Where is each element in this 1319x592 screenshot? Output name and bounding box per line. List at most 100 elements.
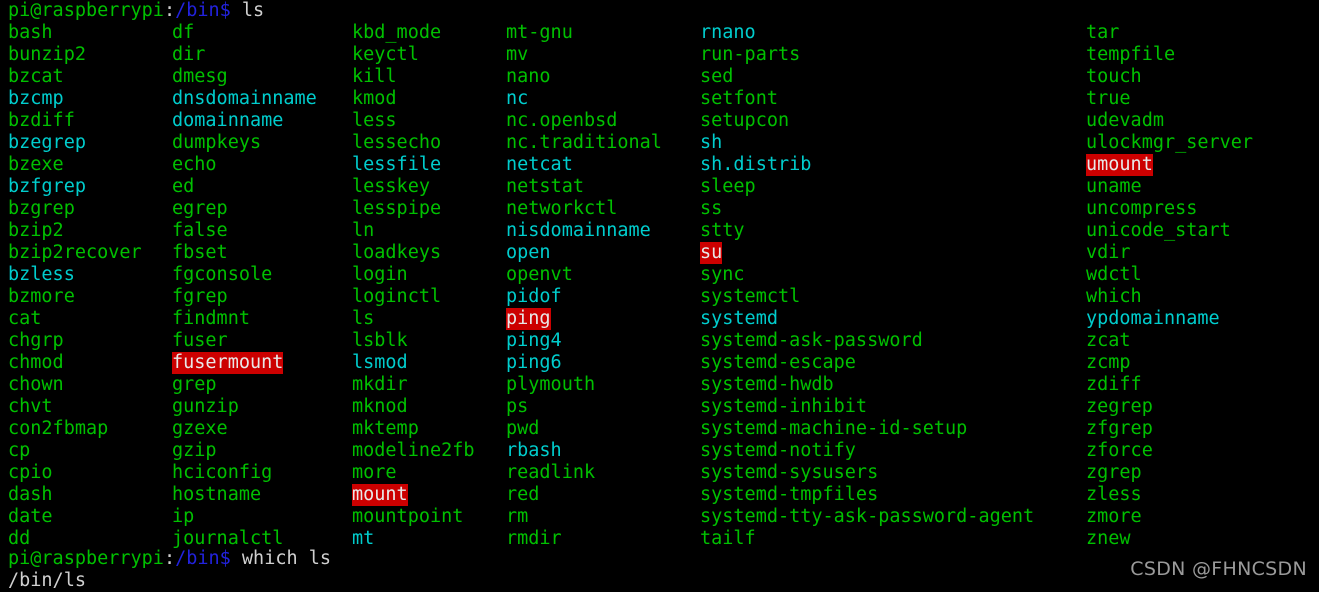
ls-entry-stty: stty (700, 220, 745, 241)
ls-entry-dumpkeys: dumpkeys (172, 132, 262, 153)
ls-entry-gunzip: gunzip (172, 396, 239, 417)
ls-entry-rm: rm (506, 506, 529, 527)
ls-entry-true: true (1086, 88, 1131, 109)
ls-entry-sed: sed (700, 66, 734, 87)
ls-entry-lesskey: lesskey (352, 176, 430, 197)
ls-entry-gzip: gzip (172, 440, 217, 461)
ls-entry-nc: nc (506, 88, 529, 109)
ls-entry-hciconfig: hciconfig (172, 462, 273, 483)
ls-entry-ypdomainname: ypdomainname (1086, 308, 1220, 329)
ls-entry-nano: nano (506, 66, 551, 87)
ls-column-6: tar tempfile touch true udevadm ulockmgr_serv… (1086, 22, 1253, 550)
ls-entry-ss: ss (700, 198, 723, 219)
ls-entry-bzgrep: bzgrep (8, 198, 75, 219)
ls-entry-sync: sync (700, 264, 745, 285)
ls-entry-zegrep: zegrep (1086, 396, 1153, 417)
ls-entry-date: date (8, 506, 53, 527)
terminal-window[interactable]: pi@raspberrypi:/bin$ ls bash bunzip2 bzcat… (0, 0, 1319, 592)
ls-entry-systemd-escape: systemd-escape (700, 352, 856, 373)
ls-entry-systemd-machine-id-setup: systemd-machine-id-setup (700, 418, 968, 439)
ls-entry-loginctl: loginctl (352, 286, 442, 307)
ls-entry-chgrp: chgrp (8, 330, 64, 351)
ls-entry-more: more (352, 462, 397, 483)
ls-entry-ln: ln (352, 220, 375, 241)
ls-entry-ip: ip (172, 506, 195, 527)
ls-entry-echo: echo (172, 154, 217, 175)
ls-entry-systemd-tty-ask-password-agent: systemd-tty-ask-password-agent (700, 506, 1035, 527)
ls-entry-setupcon: setupcon (700, 110, 790, 131)
prompt-user-host: pi@raspberrypi (8, 0, 164, 21)
ls-entry-cat: cat (8, 308, 42, 329)
prompt-dollar-sign: $ (219, 0, 231, 21)
ls-entry-umount: umount (1086, 154, 1153, 176)
ls-entry-systemd-tmpfiles: systemd-tmpfiles (700, 484, 879, 505)
ls-entry-mt: mt (352, 528, 375, 549)
ls-entry-less: less (352, 110, 397, 131)
ls-entry-fuser: fuser (172, 330, 228, 351)
csdn-watermark: CSDN @FHNCSDN (1130, 558, 1307, 580)
ls-entry-zcat: zcat (1086, 330, 1131, 351)
prompt-separator: : (163, 0, 176, 21)
ls-entry-ping4: ping4 (506, 330, 562, 351)
ls-entry-domainname: domainname (172, 110, 284, 131)
ls-entry-pidof: pidof (506, 286, 562, 307)
ls-entry-zgrep: zgrep (1086, 462, 1142, 483)
prompt-line-which: pi@raspberrypi:/bin$ which ls (8, 548, 331, 570)
ls-entry-bzfgrep: bzfgrep (8, 176, 86, 197)
ls-column-5: rnano run-parts sed setfont setupcon sh sh.dis… (700, 22, 1034, 550)
prompt-path: /bin (175, 548, 220, 569)
ls-entry-unicode_start: unicode_start (1086, 220, 1231, 241)
ls-entry-lessecho: lessecho (352, 132, 442, 153)
ls-entry-systemd-sysusers: systemd-sysusers (700, 462, 879, 483)
ls-entry-nisdomainname: nisdomainname (506, 220, 651, 241)
ls-entry-loadkeys: loadkeys (352, 242, 442, 263)
ls-entry-hostname: hostname (172, 484, 262, 505)
ls-entry-zdiff: zdiff (1086, 374, 1142, 395)
ls-entry-bzexe: bzexe (8, 154, 64, 175)
ls-entry-su: su (700, 242, 723, 264)
ls-entry-which: which (1086, 286, 1142, 307)
ls-entry-gzexe: gzexe (172, 418, 228, 439)
ls-entry-wdctl: wdctl (1086, 264, 1142, 285)
ls-entry-mkdir: mkdir (352, 374, 408, 395)
ls-entry-false: false (172, 220, 228, 241)
ls-entry-systemd: systemd (700, 308, 778, 329)
ls-entry-run-parts: run-parts (700, 44, 801, 65)
ls-entry-tar: tar (1086, 22, 1120, 43)
ls-entry-lessfile: lessfile (352, 154, 442, 175)
ls-entry-tempfile: tempfile (1086, 44, 1176, 65)
ls-entry-systemd-ask-password: systemd-ask-password (700, 330, 923, 351)
ls-entry-lsblk: lsblk (352, 330, 408, 351)
ls-entry-fgrep: fgrep (172, 286, 228, 307)
ls-entry-systemctl: systemctl (700, 286, 801, 307)
ls-entry-nc.openbsd: nc.openbsd (506, 110, 618, 131)
ls-entry-lesspipe: lesspipe (352, 198, 442, 219)
ls-entry-chown: chown (8, 374, 64, 395)
ls-entry-bzdiff: bzdiff (8, 110, 75, 131)
ls-entry-dd: dd (8, 528, 31, 549)
ls-entry-systemd-inhibit: systemd-inhibit (700, 396, 868, 417)
ls-entry-openvt: openvt (506, 264, 573, 285)
prompt-path: /bin (175, 0, 220, 21)
ls-entry-zforce: zforce (1086, 440, 1153, 461)
ls-entry-tailf: tailf (700, 528, 756, 549)
ls-entry-uncompress: uncompress (1086, 198, 1198, 219)
ls-entry-modeline2fb: modeline2fb (352, 440, 475, 461)
ls-entry-dnsdomainname: dnsdomainname (172, 88, 317, 109)
ls-entry-ed: ed (172, 176, 195, 197)
ls-column-3: kbd_mode keyctl kill kmod less lessecho lessfi… (352, 22, 475, 550)
ls-entry-sh.distrib: sh.distrib (700, 154, 812, 175)
ls-entry-kbd_mode: kbd_mode (352, 22, 442, 43)
ls-entry-mv: mv (506, 44, 529, 65)
ls-entry-mktemp: mktemp (352, 418, 419, 439)
ls-entry-dash: dash (8, 484, 53, 505)
ls-entry-systemd-notify: systemd-notify (700, 440, 856, 461)
ls-entry-rmdir: rmdir (506, 528, 562, 549)
prompt-dollar-sign: $ (219, 548, 231, 569)
ls-entry-ulockmgr_server: ulockmgr_server (1086, 132, 1254, 153)
ls-entry-uname: uname (1086, 176, 1142, 197)
ls-entry-red: red (506, 484, 540, 505)
ls-entry-udevadm: udevadm (1086, 110, 1164, 131)
ls-entry-chmod: chmod (8, 352, 64, 373)
ls-column-1: bash bunzip2 bzcat bzcmp bzdiff bzegrep bzexe b… (8, 22, 142, 550)
